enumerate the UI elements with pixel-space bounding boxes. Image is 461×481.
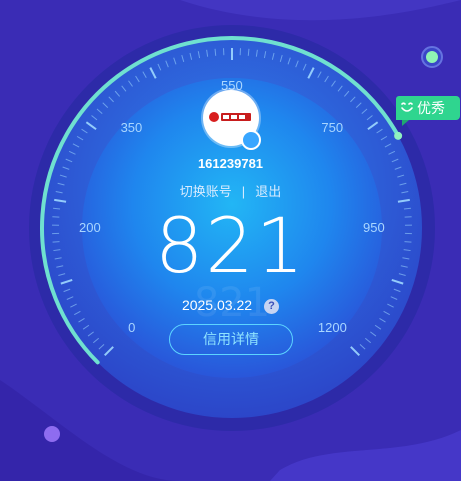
decorative-dots bbox=[44, 46, 443, 442]
